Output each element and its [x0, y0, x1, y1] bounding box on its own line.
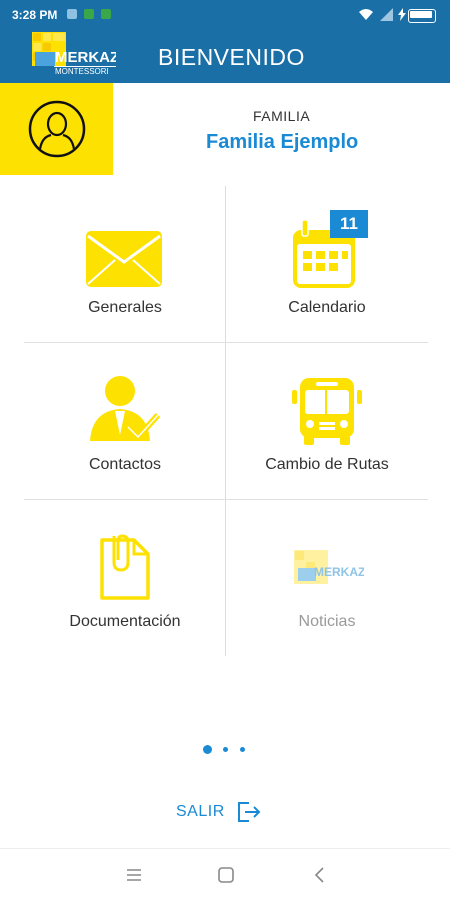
page-title: BIENVENIDO: [158, 44, 305, 70]
menu-grid: Generales 11 Calendario Contactos Cambio…: [24, 186, 428, 656]
menu-item-label: Contactos: [88, 456, 162, 473]
notification-icon: [101, 9, 111, 19]
envelope-icon: [86, 231, 162, 287]
svg-text:MONTESSORI: MONTESSORI: [55, 67, 109, 76]
menu-item-calendario[interactable]: 11 Calendario: [226, 186, 428, 343]
calendar-badge: 11: [330, 210, 368, 238]
menu-item-label: Calendario: [288, 299, 366, 316]
menu-item-label: Cambio de Rutas: [265, 456, 389, 473]
page-indicator: [0, 745, 450, 755]
logout-label: SALIR: [176, 803, 225, 820]
menu-item-cambio-de-rutas[interactable]: Cambio de Rutas: [226, 343, 428, 500]
home-icon[interactable]: [216, 865, 236, 885]
menu-item-generales[interactable]: Generales: [24, 186, 226, 343]
status-time: 3:28 PM: [12, 8, 58, 22]
merkaz-logo-icon: MERKAZ: [294, 550, 364, 584]
menu-item-label: Generales: [88, 299, 162, 316]
wifi-icon: [359, 9, 373, 20]
family-profile: FAMILIA Familia Ejemplo: [0, 83, 450, 175]
menu-item-contactos[interactable]: Contactos: [24, 343, 226, 500]
menu-item-noticias[interactable]: MERKAZ Noticias: [226, 500, 428, 657]
charging-icon: [398, 8, 406, 21]
signal-icon: [380, 8, 393, 21]
logout-icon: [238, 802, 261, 822]
contact-person-icon: [90, 376, 161, 442]
svg-text:MERKAZ: MERKAZ: [55, 49, 116, 66]
avatar[interactable]: [0, 83, 113, 175]
family-label: FAMILIA: [253, 108, 311, 124]
family-name: Familia Ejemplo: [206, 131, 359, 153]
page-dot[interactable]: [240, 747, 245, 752]
status-bar: 3:28 PM: [0, 0, 450, 30]
calendar-badge-count: 11: [340, 214, 358, 233]
system-nav-bar: [0, 848, 450, 901]
user-avatar-icon: [28, 100, 86, 158]
notification-icon: [84, 9, 94, 19]
notification-icon: [67, 9, 77, 19]
app-bar: MERKAZ MONTESSORI BIENVENIDO: [0, 30, 450, 83]
menu-item-documentacion[interactable]: Documentación: [24, 500, 226, 657]
merkaz-logo: MERKAZ MONTESSORI: [32, 30, 119, 76]
battery-icon: [408, 9, 436, 23]
page-dot-active[interactable]: [203, 745, 212, 754]
document-clip-icon: [100, 534, 150, 600]
page-dot[interactable]: [223, 747, 228, 752]
menu-icon[interactable]: [124, 865, 144, 885]
menu-item-label: Documentación: [69, 613, 181, 630]
bus-icon: [292, 378, 362, 445]
back-icon[interactable]: [310, 865, 330, 885]
menu-item-label: Noticias: [298, 613, 356, 630]
svg-text:MERKAZ: MERKAZ: [314, 565, 364, 579]
